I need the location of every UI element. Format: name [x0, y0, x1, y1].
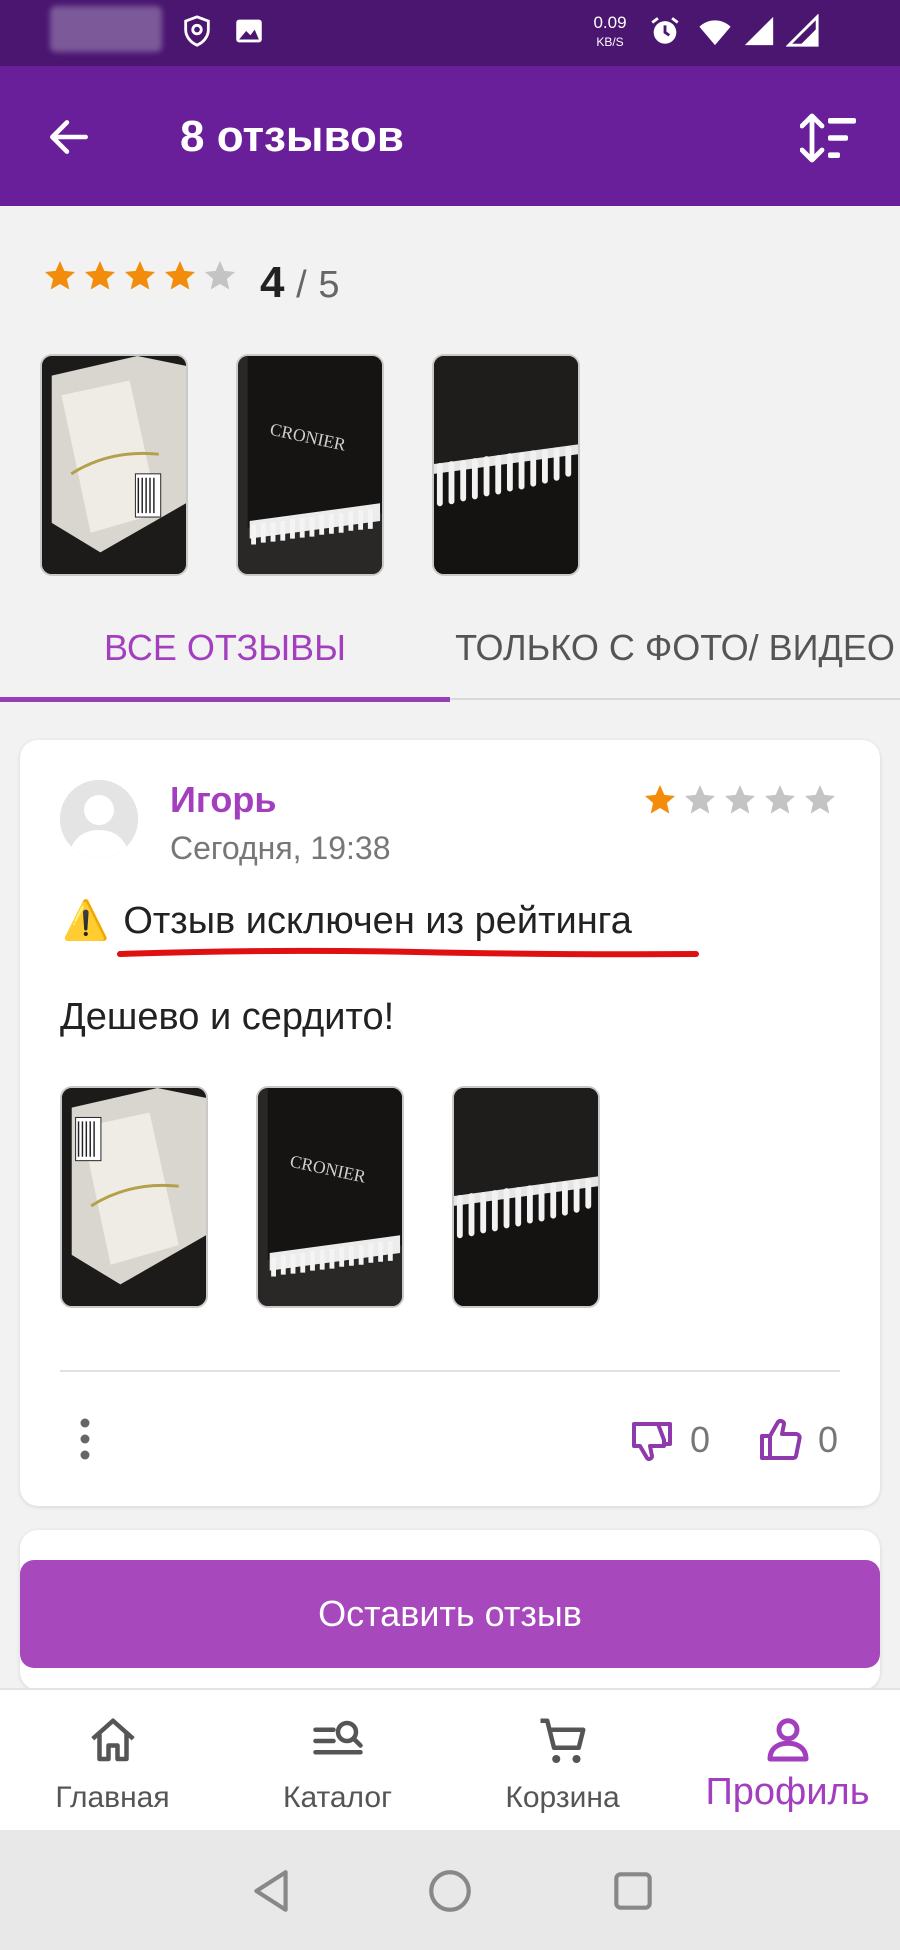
avatar [60, 780, 138, 858]
tab-photo-video-reviews[interactable]: ТОЛЬКО С ФОТО/ ВИДЕО [450, 596, 900, 700]
alarm-icon [651, 17, 679, 44]
star-filled-icon [45, 261, 75, 290]
system-back-icon[interactable] [246, 1866, 296, 1916]
review-photo-thumbnail[interactable] [60, 1086, 208, 1308]
page-title: 8 отзывов [180, 112, 404, 161]
signal-icon-2 [786, 14, 819, 47]
sort-icon[interactable] [800, 112, 860, 164]
cart-icon [540, 1718, 586, 1764]
review-photo-thumbnail[interactable]: CRONIER [236, 354, 384, 576]
review-date: Сегодня, 19:38 [170, 830, 391, 866]
nav-item-profile[interactable]: Профиль [675, 1690, 900, 1830]
tab-all-reviews[interactable]: ВСЕ ОТЗЫВЫ [0, 596, 450, 702]
image-icon [236, 19, 262, 43]
back-arrow-icon[interactable] [44, 112, 94, 162]
system-home-icon[interactable] [425, 1866, 475, 1916]
user-avatar-icon [60, 780, 138, 858]
rating-summary: 4 / 5 CRONIER ВСЕ ОТЗЫВЫ ТОЛЬКО С ФОТО/ … [0, 206, 900, 702]
dislike-count: 0 [690, 1419, 711, 1460]
system-navigation-bar [0, 1830, 900, 1950]
profile-icon [767, 1718, 809, 1762]
like-count: 0 [818, 1419, 839, 1460]
review-photo-thumbnail[interactable] [432, 354, 580, 576]
star-empty-icon [685, 785, 715, 814]
blurred-notification [50, 6, 162, 52]
bottom-navigation: Главная Каталог Корзина Профиль [0, 1688, 900, 1830]
wifi-icon [699, 20, 731, 46]
nav-item-catalog[interactable]: Каталог [225, 1690, 450, 1830]
warning-icon: ⚠️ [62, 900, 110, 942]
star-filled-icon [645, 785, 675, 814]
thumbs-up-icon [760, 1418, 802, 1460]
nav-item-cart[interactable]: Корзина [450, 1690, 675, 1830]
review-tabs: ВСЕ ОТЗЫВЫ ТОЛЬКО С ФОТО/ ВИДЕО [0, 596, 900, 702]
nav-label: Корзина [505, 1781, 620, 1814]
nav-label: Каталог [282, 1781, 393, 1814]
home-icon [91, 1718, 135, 1762]
excluded-warning: ⚠️ Отзыв исключен из рейтинга [62, 898, 632, 944]
warning-text: Отзыв исключен из рейтинга [123, 900, 632, 942]
like-button[interactable]: 0 [756, 1416, 838, 1464]
review-text: Дешево и сердито! [60, 996, 395, 1038]
thumbs-down-icon [632, 1422, 672, 1462]
status-bar: 0.09 KB/S [0, 0, 900, 66]
more-options-icon[interactable] [74, 1416, 96, 1462]
nav-label: Профиль [705, 1771, 870, 1813]
star-filled-icon [85, 261, 115, 290]
review-photo-thumbnail[interactable] [40, 354, 188, 576]
system-recents-icon[interactable] [608, 1866, 658, 1916]
shield-icon [184, 15, 210, 47]
review-card: Игорь Сегодня, 19:38 ⚠️ Отзыв исключен и… [20, 740, 880, 1506]
star-empty-icon [805, 785, 835, 814]
review-photo-thumbnail[interactable] [452, 1086, 600, 1308]
network-speed: 0.09 KB/S [593, 13, 627, 49]
star-empty-icon [205, 261, 235, 290]
red-underline-annotation [117, 947, 699, 958]
nav-item-home[interactable]: Главная [0, 1690, 225, 1830]
review-photo-thumbnail[interactable]: CRONIER [256, 1086, 404, 1308]
signal-icon [744, 16, 774, 46]
leave-review-button[interactable]: Оставить отзыв [20, 1560, 880, 1668]
dislike-button[interactable]: 0 [628, 1416, 710, 1464]
star-empty-icon [765, 785, 795, 814]
star-filled-icon [165, 261, 195, 290]
nav-label: Главная [55, 1781, 170, 1814]
divider [60, 1370, 840, 1372]
star-filled-icon [125, 261, 155, 290]
star-empty-icon [725, 785, 755, 814]
review-stars [642, 782, 838, 818]
catalog-search-icon [313, 1720, 363, 1755]
app-bar: 8 отзывов [0, 66, 900, 206]
review-author[interactable]: Игорь [170, 778, 277, 822]
rating-stars [42, 258, 238, 294]
rating-value: 4 / 5 [260, 258, 340, 307]
